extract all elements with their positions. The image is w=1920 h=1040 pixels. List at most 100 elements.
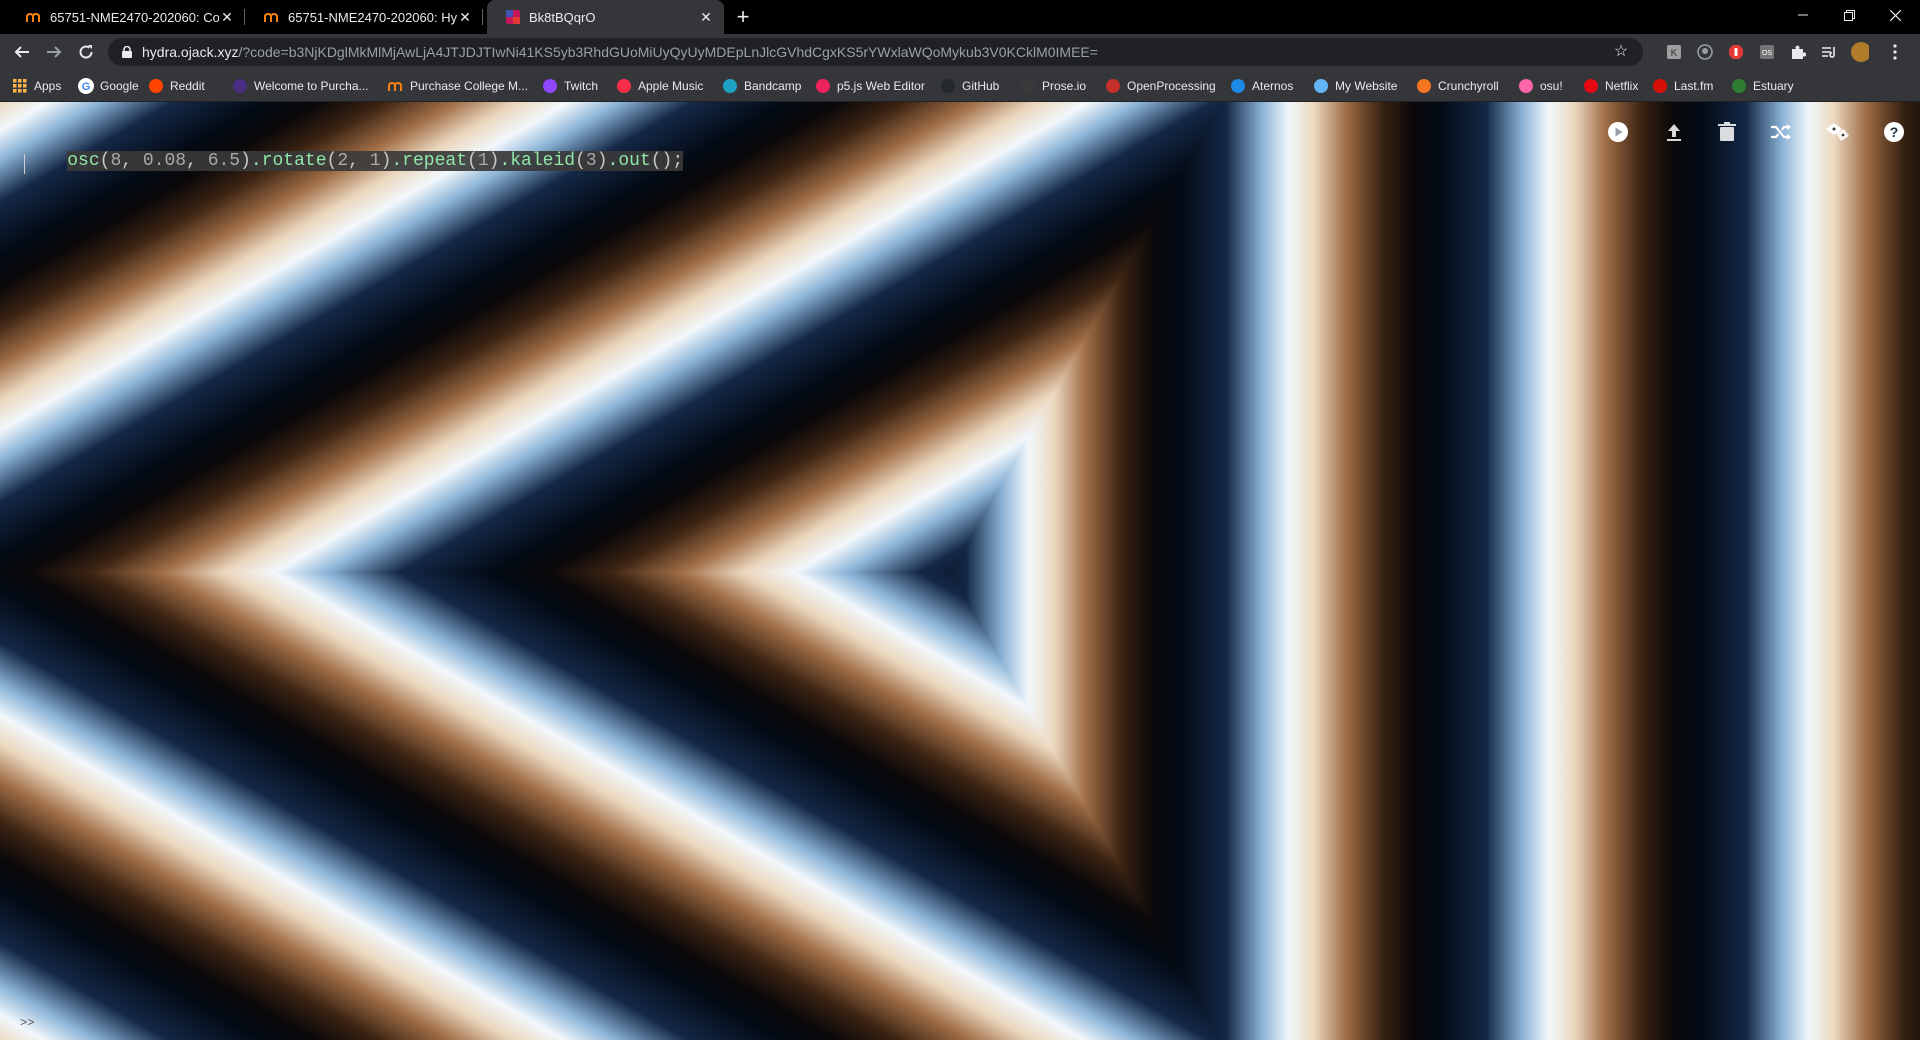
close-icon[interactable]: ✕ xyxy=(219,9,235,25)
hydra-output-canvas[interactable] xyxy=(0,102,1920,1040)
url-text: hydra.ojack.xyz/?code=b3NjKDglMkMlMjAwLj… xyxy=(142,44,1098,60)
bookmark-label: p5.js Web Editor xyxy=(837,79,925,93)
hydra-page: osc(8, 0.08, 6.5).rotate(2, 1).repeat(1)… xyxy=(0,102,1920,1040)
svg-text:OS: OS xyxy=(1762,50,1772,57)
lastfm-icon xyxy=(1652,78,1668,94)
bookmark-p5js[interactable]: p5.js Web Editor xyxy=(815,76,925,96)
code-token: .rotate xyxy=(250,151,327,171)
extension-k-icon[interactable]: K xyxy=(1665,43,1683,61)
code-token: ) xyxy=(380,151,392,171)
code-token: osc xyxy=(67,151,100,171)
code-editor[interactable]: osc(8, 0.08, 6.5).rotate(2, 1).repeat(1)… xyxy=(24,128,684,194)
extension-github-icon[interactable] xyxy=(1696,43,1714,61)
google-icon: G xyxy=(78,78,94,94)
new-tab-button[interactable]: + xyxy=(733,4,753,29)
bookmark-github[interactable]: GitHub xyxy=(940,76,999,96)
menu-kebab-icon[interactable] xyxy=(1886,43,1904,61)
bookmark-google[interactable]: G Google xyxy=(78,76,139,96)
bookmark-label: osu! xyxy=(1540,79,1563,93)
forward-icon[interactable] xyxy=(42,40,66,64)
bookmark-label: OpenProcessing xyxy=(1127,79,1216,93)
close-icon[interactable]: ✕ xyxy=(457,9,473,25)
openprocessing-icon xyxy=(1105,78,1121,94)
bookmark-prose[interactable]: Prose.io xyxy=(1020,76,1086,96)
restore-icon[interactable] xyxy=(1826,0,1872,30)
apple-music-icon xyxy=(616,78,632,94)
tab-bk8tbqqro[interactable]: Bk8tBQqrO ✕ xyxy=(487,0,724,34)
url-path: /?code=b3NjKDglMkMlMjAwLjA4JTJDJTIwNi41K… xyxy=(238,44,1098,60)
tab-code-a[interactable]: 65751-NME2470-202060: Code a ✕ xyxy=(8,0,245,34)
bookmark-label: Estuary xyxy=(1753,79,1794,93)
media-control-icon[interactable] xyxy=(1820,43,1838,61)
code-line[interactable]: osc(8, 0.08, 6.5).rotate(2, 1).repeat(1)… xyxy=(67,151,684,171)
code-token: 6.5 xyxy=(207,151,241,171)
bookmark-label: Bandcamp xyxy=(744,79,802,93)
extensions-puzzle-icon[interactable] xyxy=(1789,43,1807,61)
code-token: ) xyxy=(488,151,500,171)
code-token: .out xyxy=(607,151,651,171)
moodle-icon xyxy=(264,9,280,25)
bookmark-lastfm[interactable]: Last.fm xyxy=(1652,76,1713,96)
bookmark-label: Last.fm xyxy=(1674,79,1714,93)
bookmark-star-icon[interactable]: ☆ xyxy=(1613,44,1629,60)
bookmark-label: Welcome to Purcha... xyxy=(254,79,369,93)
code-token: 3 xyxy=(585,151,597,171)
extension-adblock-icon[interactable] xyxy=(1727,43,1745,61)
clear-icon[interactable] xyxy=(1713,118,1741,146)
bookmark-moodle[interactable]: Purchase College M... xyxy=(388,76,528,96)
bookmark-openprocessing[interactable]: OpenProcessing xyxy=(1105,76,1216,96)
bookmark-netflix[interactable]: Netflix xyxy=(1583,76,1638,96)
bookmarks-bar: Apps G Google Reddit Welcome to Purcha... Pur… xyxy=(0,70,1920,102)
bookmark-label: Reddit xyxy=(170,79,205,93)
code-token: (); xyxy=(650,151,684,171)
run-icon[interactable] xyxy=(1604,118,1632,146)
code-token: , xyxy=(348,151,370,171)
bookmark-aternos[interactable]: Aternos xyxy=(1230,76,1293,96)
shuffle-icon[interactable] xyxy=(1767,118,1795,146)
minimize-icon[interactable] xyxy=(1780,0,1826,30)
prose-icon xyxy=(1020,78,1036,94)
code-token: ( xyxy=(467,151,478,171)
bookmark-reddit[interactable]: Reddit xyxy=(148,76,205,96)
p5js-icon xyxy=(815,78,831,94)
twitch-icon xyxy=(542,78,558,94)
code-token: 2 xyxy=(337,151,349,171)
bookmark-twitch[interactable]: Twitch xyxy=(542,76,598,96)
bookmark-crunchyroll[interactable]: Crunchyroll xyxy=(1416,76,1499,96)
code-token: 8 xyxy=(110,151,122,171)
purchase-icon xyxy=(232,78,248,94)
bookmark-label: Apps xyxy=(34,79,62,93)
bookmark-apple-music[interactable]: Apple Music xyxy=(616,76,703,96)
bookmark-label: Crunchyroll xyxy=(1438,79,1499,93)
moodle-icon xyxy=(26,9,42,25)
close-window-icon[interactable] xyxy=(1872,0,1918,30)
upload-icon[interactable] xyxy=(1660,118,1688,146)
reload-icon[interactable] xyxy=(74,40,98,64)
lock-icon[interactable] xyxy=(120,45,134,59)
bookmark-my-website[interactable]: My Website xyxy=(1313,76,1397,96)
bookmark-bandcamp[interactable]: Bandcamp xyxy=(722,76,801,96)
estuary-icon xyxy=(1731,78,1747,94)
tab-title: 65751-NME2470-202060: Hydra xyxy=(288,9,457,25)
bookmark-osu[interactable]: osu! xyxy=(1518,76,1563,96)
bookmark-label: Aternos xyxy=(1252,79,1294,93)
random-icon[interactable] xyxy=(1823,118,1851,146)
close-icon[interactable]: ✕ xyxy=(698,9,714,25)
help-icon[interactable]: ? xyxy=(1880,118,1908,146)
svg-text:?: ? xyxy=(1890,124,1899,140)
address-bar[interactable]: hydra.ojack.xyz/?code=b3NjKDglMkMlMjAwLj… xyxy=(108,38,1643,66)
code-token: .repeat xyxy=(391,151,468,171)
bookmark-label: GitHub xyxy=(962,79,1000,93)
bookmark-apps-grid[interactable]: Apps xyxy=(12,76,61,96)
code-token: ) xyxy=(596,151,608,171)
bandcamp-icon xyxy=(722,78,738,94)
profile-avatar-icon[interactable] xyxy=(1851,42,1869,62)
back-icon[interactable] xyxy=(10,40,34,64)
bookmark-estuary[interactable]: Estuary xyxy=(1731,76,1794,96)
bookmark-label: Purchase College M... xyxy=(410,79,529,93)
bookmark-purchase[interactable]: Welcome to Purcha... xyxy=(232,76,369,96)
tab-hydra[interactable]: 65751-NME2470-202060: Hydra ✕ xyxy=(246,0,483,34)
my-website-icon xyxy=(1313,78,1329,94)
extension-os-icon[interactable]: OS xyxy=(1758,43,1776,61)
svg-text:G: G xyxy=(82,81,91,93)
